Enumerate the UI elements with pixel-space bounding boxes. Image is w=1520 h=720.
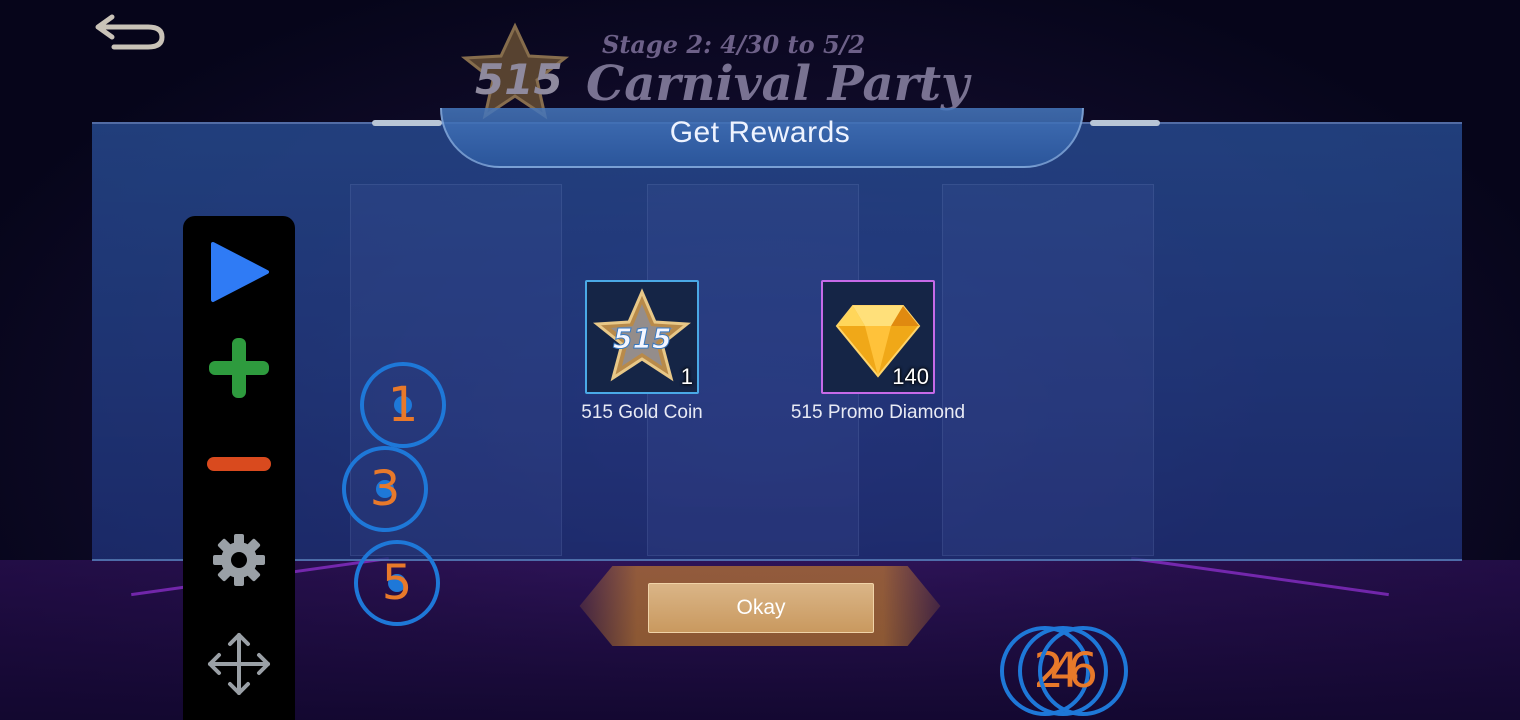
event-title: Carnival Party [586, 56, 969, 112]
move-icon [208, 633, 270, 695]
title-banner-wing [372, 120, 442, 126]
svg-text:515: 515 [613, 322, 671, 355]
tap-marker-5[interactable]: 5 [354, 540, 440, 626]
back-button[interactable] [90, 8, 170, 56]
plus-icon [209, 338, 269, 398]
marker-number: 3 [369, 461, 401, 517]
settings-button[interactable] [183, 520, 295, 600]
play-icon [211, 242, 269, 302]
panel-hero-art [942, 184, 1154, 556]
event-stage-text: Stage 2: 4/30 to 5/2 [602, 30, 866, 59]
game-screen: 515 Stage 2: 4/30 to 5/2 Carnival Party … [0, 0, 1520, 720]
play-button[interactable] [183, 232, 295, 312]
tap-marker-1[interactable]: 1 [360, 362, 446, 448]
minus-icon [207, 457, 271, 471]
remove-marker-button[interactable] [183, 424, 295, 504]
tap-marker-6[interactable]: 6 [1038, 626, 1128, 716]
okay-button[interactable]: Okay [648, 583, 874, 633]
macro-toolbar [183, 216, 295, 720]
tap-marker-3[interactable]: 3 [342, 446, 428, 532]
move-toolbar-button[interactable] [183, 624, 295, 704]
reward-frame: 515 1 [585, 280, 699, 394]
dialog-title: Get Rewards [669, 116, 851, 149]
title-banner-wing [1090, 120, 1160, 126]
reward-count: 140 [892, 364, 929, 389]
marker-number: 1 [387, 377, 419, 433]
marker-number: 6 [1067, 643, 1098, 699]
back-arrow-icon [95, 14, 165, 50]
event-logo-icon: 515 [460, 22, 570, 120]
gear-icon [213, 534, 265, 586]
svg-text:515: 515 [475, 55, 563, 104]
marker-number: 5 [381, 555, 413, 611]
reward-item[interactable]: 515 1 515 Gold Coin [552, 280, 732, 424]
add-marker-button[interactable] [183, 328, 295, 408]
reward-item[interactable]: 140 515 Promo Diamond [788, 280, 968, 424]
reward-count: 1 [680, 364, 693, 389]
reward-name: 515 Gold Coin [581, 402, 703, 423]
reward-name: 515 Promo Diamond [790, 402, 966, 423]
reward-panel [92, 122, 1462, 561]
reward-frame: 140 [821, 280, 935, 394]
